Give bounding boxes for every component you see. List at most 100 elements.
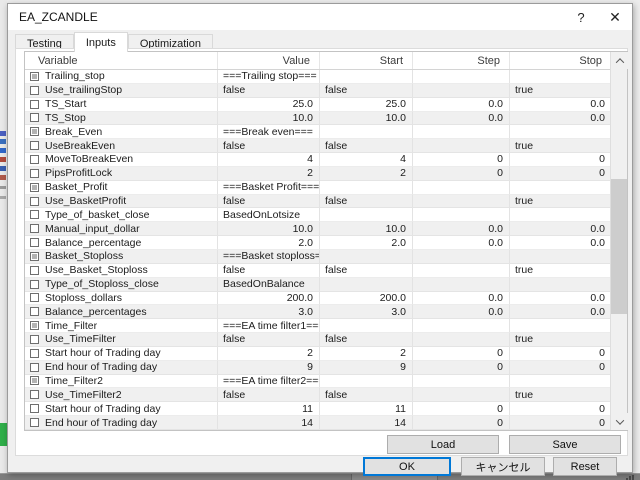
stop-cell[interactable]: 0: [510, 167, 611, 181]
value-cell[interactable]: BasedOnLotsize: [218, 208, 320, 222]
row-checkbox[interactable]: [30, 390, 39, 399]
variable-cell[interactable]: Basket_Stoploss: [25, 250, 218, 264]
step-cell[interactable]: 0.0: [413, 98, 510, 112]
value-cell[interactable]: ===Break even===: [218, 125, 320, 139]
step-cell[interactable]: 0: [413, 167, 510, 181]
value-cell[interactable]: false: [218, 333, 320, 347]
value-cell[interactable]: 10.0: [218, 112, 320, 126]
value-cell[interactable]: 2: [218, 167, 320, 181]
value-cell[interactable]: 11: [218, 402, 320, 416]
row-checkbox[interactable]: [30, 100, 39, 109]
scroll-thumb[interactable]: [611, 179, 627, 314]
table-row[interactable]: Stoploss_dollars200.0200.00.00.0: [25, 292, 611, 306]
scroll-up-button[interactable]: [611, 52, 628, 69]
table-row[interactable]: TS_Start25.025.00.00.0: [25, 98, 611, 112]
section-checkbox[interactable]: [30, 72, 39, 81]
section-checkbox[interactable]: [30, 321, 39, 330]
start-cell[interactable]: 14: [320, 416, 413, 430]
table-row[interactable]: Balance_percentages3.03.00.00.0: [25, 305, 611, 319]
stop-cell[interactable]: [510, 278, 611, 292]
start-cell[interactable]: [320, 70, 413, 84]
value-cell[interactable]: false: [218, 388, 320, 402]
stop-cell[interactable]: 0: [510, 416, 611, 430]
value-cell[interactable]: 200.0: [218, 292, 320, 306]
variable-cell[interactable]: TS_Stop: [25, 112, 218, 126]
step-cell[interactable]: [413, 375, 510, 389]
step-cell[interactable]: [413, 125, 510, 139]
table-row[interactable]: TS_Stop10.010.00.00.0: [25, 112, 611, 126]
value-cell[interactable]: false: [218, 195, 320, 209]
header-cell-value[interactable]: Value: [218, 52, 320, 69]
row-checkbox[interactable]: [30, 141, 39, 150]
stop-cell[interactable]: [510, 319, 611, 333]
stop-cell[interactable]: 0.0: [510, 292, 611, 306]
start-cell[interactable]: [320, 319, 413, 333]
start-cell[interactable]: 25.0: [320, 98, 413, 112]
variable-cell[interactable]: Time_Filter: [25, 319, 218, 333]
variable-cell[interactable]: MoveToBreakEven: [25, 153, 218, 167]
variable-cell[interactable]: Time_Filter2: [25, 375, 218, 389]
row-checkbox[interactable]: [30, 307, 39, 316]
table-row[interactable]: Use_Basket_Stoplossfalsefalsetrue: [25, 264, 611, 278]
step-cell[interactable]: [413, 264, 510, 278]
row-checkbox[interactable]: [30, 210, 39, 219]
table-row[interactable]: Time_Filter===EA time filter1===: [25, 319, 611, 333]
stop-cell[interactable]: 0: [510, 347, 611, 361]
value-cell[interactable]: 14: [218, 416, 320, 430]
stop-cell[interactable]: [510, 181, 611, 195]
step-cell[interactable]: [413, 333, 510, 347]
step-cell[interactable]: [413, 319, 510, 333]
row-checkbox[interactable]: [30, 169, 39, 178]
cancel-button[interactable]: キャンセル: [461, 457, 545, 476]
table-row[interactable]: Basket_Profit===Basket Profit===: [25, 181, 611, 195]
start-cell[interactable]: 3.0: [320, 305, 413, 319]
stop-cell[interactable]: 0.0: [510, 98, 611, 112]
start-cell[interactable]: false: [320, 195, 413, 209]
header-cell-start[interactable]: Start: [320, 52, 413, 69]
header-cell-variable[interactable]: Variable: [25, 52, 218, 69]
value-cell[interactable]: ===Trailing stop===: [218, 70, 320, 84]
row-checkbox[interactable]: [30, 404, 39, 413]
start-cell[interactable]: false: [320, 139, 413, 153]
variable-cell[interactable]: Start hour of Trading day: [25, 402, 218, 416]
section-checkbox[interactable]: [30, 252, 39, 261]
ok-button[interactable]: OK: [363, 457, 451, 476]
variable-cell[interactable]: TS_Start: [25, 98, 218, 112]
start-cell[interactable]: false: [320, 388, 413, 402]
start-cell[interactable]: [320, 125, 413, 139]
save-button[interactable]: Save: [509, 435, 621, 454]
value-cell[interactable]: ===EA time filter1===: [218, 319, 320, 333]
start-cell[interactable]: 2: [320, 167, 413, 181]
start-cell[interactable]: 10.0: [320, 222, 413, 236]
table-row[interactable]: Start hour of Trading day2200: [25, 347, 611, 361]
value-cell[interactable]: 3.0: [218, 305, 320, 319]
table-row[interactable]: Type_of_basket_closeBasedOnLotsize: [25, 208, 611, 222]
step-cell[interactable]: 0.0: [413, 222, 510, 236]
table-row[interactable]: Break_Even===Break even===: [25, 125, 611, 139]
table-row[interactable]: UseBreakEvenfalsefalsetrue: [25, 139, 611, 153]
stop-cell[interactable]: 0: [510, 402, 611, 416]
value-cell[interactable]: 2.0: [218, 236, 320, 250]
load-button[interactable]: Load: [387, 435, 499, 454]
value-cell[interactable]: ===Basket Profit===: [218, 181, 320, 195]
value-cell[interactable]: 10.0: [218, 222, 320, 236]
variable-cell[interactable]: Use_TimeFilter: [25, 333, 218, 347]
row-checkbox[interactable]: [30, 349, 39, 358]
table-scrollbar[interactable]: [610, 52, 627, 430]
table-row[interactable]: Trailing_stop===Trailing stop===: [25, 70, 611, 84]
step-cell[interactable]: [413, 139, 510, 153]
stop-cell[interactable]: true: [510, 84, 611, 98]
start-cell[interactable]: 2: [320, 347, 413, 361]
stop-cell[interactable]: true: [510, 388, 611, 402]
start-cell[interactable]: 9: [320, 361, 413, 375]
variable-cell[interactable]: Trailing_stop: [25, 70, 218, 84]
step-cell[interactable]: [413, 84, 510, 98]
step-cell[interactable]: 0: [413, 347, 510, 361]
row-checkbox[interactable]: [30, 224, 39, 233]
start-cell[interactable]: 11: [320, 402, 413, 416]
variable-cell[interactable]: End hour of Trading day: [25, 416, 218, 430]
row-checkbox[interactable]: [30, 86, 39, 95]
row-checkbox[interactable]: [30, 155, 39, 164]
stop-cell[interactable]: true: [510, 195, 611, 209]
stop-cell[interactable]: [510, 375, 611, 389]
